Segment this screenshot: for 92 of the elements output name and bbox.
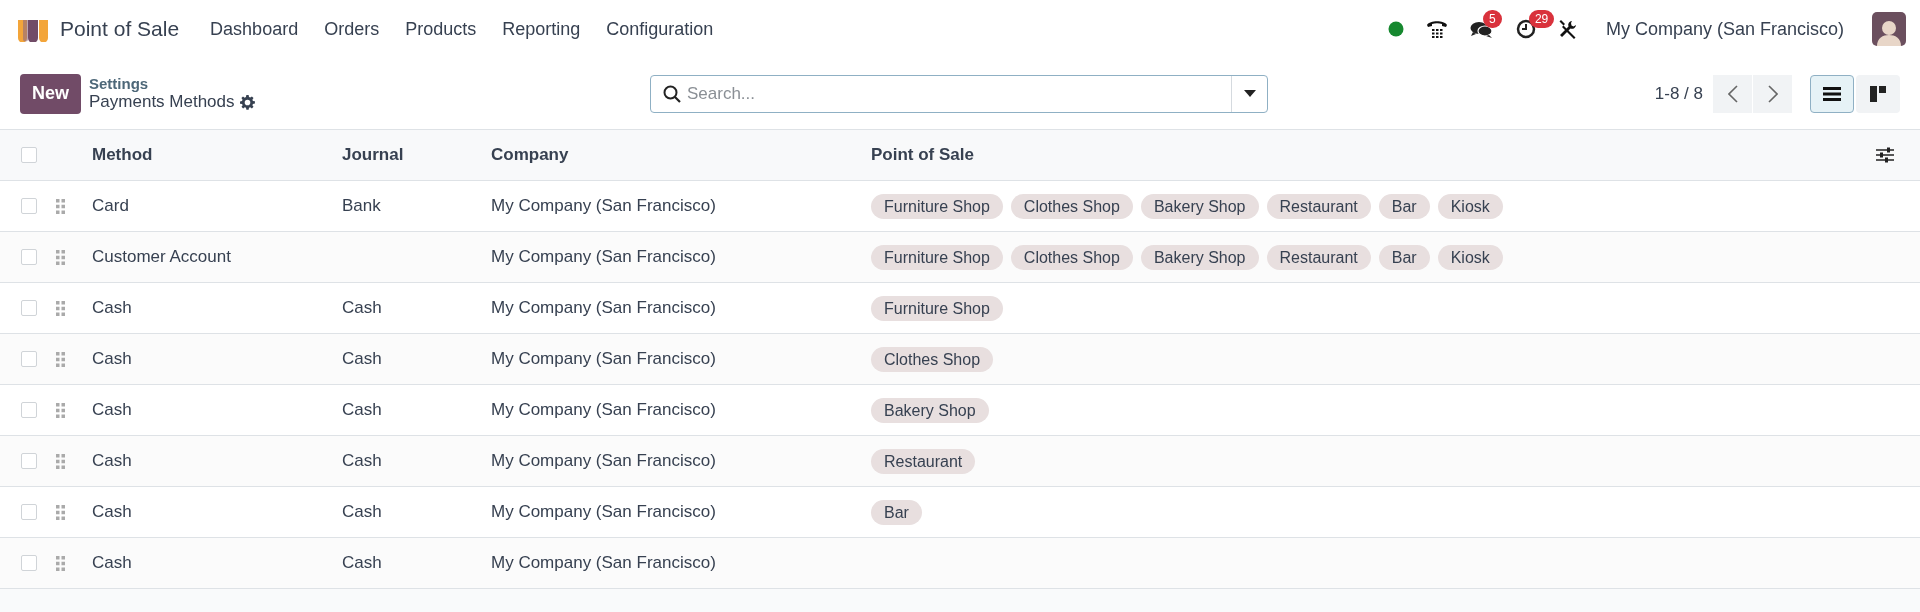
- tag: Furniture Shop: [871, 295, 1003, 321]
- chevron-left-icon: [1727, 84, 1738, 103]
- column-header[interactable]: Journal: [342, 145, 404, 165]
- table-cell: Cash: [92, 553, 132, 573]
- tag: Clothes Shop: [1010, 193, 1133, 219]
- table-cell: Cash: [342, 502, 382, 522]
- table-cell: Cash: [342, 400, 382, 420]
- breadcrumb-link[interactable]: Settings: [89, 75, 255, 92]
- table-cell: Cash: [342, 553, 382, 573]
- checkbox[interactable]: [21, 504, 37, 520]
- menu-item[interactable]: Products: [392, 18, 490, 40]
- checkbox[interactable]: [21, 198, 37, 214]
- table-cell: Cash: [92, 451, 132, 471]
- tag: Bakery Shop: [1140, 244, 1259, 270]
- tools-icon[interactable]: [1557, 19, 1578, 39]
- table-cell: My Company (San Francisco): [491, 298, 716, 318]
- tag: Bakery Shop: [871, 397, 989, 423]
- tag: Bakery Shop: [1140, 193, 1259, 219]
- table-cell: Cash: [342, 451, 382, 471]
- checkbox[interactable]: [21, 147, 37, 163]
- column-header[interactable]: Method: [92, 145, 153, 165]
- settings-icon[interactable]: [239, 94, 255, 110]
- tag: Clothes Shop: [1010, 244, 1133, 270]
- table-cell: Cash: [92, 502, 132, 522]
- tag: Kiosk: [1437, 244, 1503, 270]
- previous-page-button[interactable]: [1713, 74, 1752, 113]
- company-switcher[interactable]: My Company (San Francisco): [1599, 17, 1850, 41]
- drag-handle-icon[interactable]: [56, 504, 65, 520]
- clock-icon[interactable]: [1515, 19, 1536, 39]
- table-cell: Card: [92, 196, 129, 216]
- menu-item[interactable]: Configuration: [593, 18, 727, 40]
- kanban-view-icon: [1870, 85, 1886, 102]
- tag: Restaurant: [1266, 244, 1371, 270]
- table-cell: My Company (San Francisco): [491, 451, 716, 471]
- tag: Restaurant: [871, 448, 976, 474]
- search-bar[interactable]: Search...: [650, 74, 1268, 113]
- user-avatar[interactable]: [1872, 12, 1906, 46]
- table-cell: Cash: [92, 298, 132, 318]
- table-cell: My Company (San Francisco): [491, 196, 716, 216]
- table-cell: Cash: [92, 349, 132, 369]
- drag-handle-icon[interactable]: [56, 249, 65, 265]
- menu-item[interactable]: Orders: [311, 18, 393, 40]
- menu-item[interactable]: Reporting: [489, 18, 594, 40]
- drag-handle-icon[interactable]: [56, 453, 65, 469]
- status-dot-icon: [1387, 21, 1404, 37]
- table-cell: Customer Account: [92, 247, 231, 267]
- tag: Bar: [871, 499, 922, 525]
- tag: Furniture Shop: [871, 244, 1003, 270]
- caret-icon: [1243, 90, 1256, 97]
- new-button[interactable]: New: [20, 73, 81, 114]
- table-cell: My Company (San Francisco): [491, 502, 716, 522]
- checkbox[interactable]: [21, 351, 37, 367]
- phone-icon[interactable]: [1425, 19, 1448, 39]
- table-cell: My Company (San Francisco): [491, 349, 716, 369]
- drag-handle-icon[interactable]: [56, 300, 65, 316]
- tag: Furniture Shop: [871, 193, 1003, 219]
- list-view-button[interactable]: [1810, 74, 1854, 113]
- notification-badge: 5: [1482, 10, 1502, 28]
- checkbox[interactable]: [21, 300, 37, 316]
- tag: Kiosk: [1437, 193, 1503, 219]
- table-cell: My Company (San Francisco): [491, 247, 716, 267]
- page-title: Payments Methods: [89, 92, 235, 112]
- pager-value[interactable]: 1-8 / 8: [1654, 83, 1703, 104]
- tag: Bar: [1378, 193, 1430, 219]
- notification-badge: 29: [1528, 10, 1555, 28]
- menu-item[interactable]: Dashboard: [197, 18, 312, 40]
- drag-handle-icon[interactable]: [56, 555, 65, 571]
- chevron-right-icon: [1767, 84, 1778, 103]
- drag-handle-icon[interactable]: [56, 198, 65, 214]
- table-cell: Cash: [342, 298, 382, 318]
- checkbox[interactable]: [21, 402, 37, 418]
- next-page-button[interactable]: [1753, 74, 1792, 113]
- table-cell: My Company (San Francisco): [491, 553, 716, 573]
- list-view-icon: [1823, 86, 1841, 101]
- table-cell: Cash: [92, 400, 132, 420]
- drag-handle-icon[interactable]: [56, 351, 65, 367]
- kanban-view-button[interactable]: [1856, 74, 1900, 113]
- checkbox[interactable]: [21, 555, 37, 571]
- drag-handle-icon[interactable]: [56, 402, 65, 418]
- tag: Restaurant: [1266, 193, 1371, 219]
- tag: Bar: [1378, 244, 1430, 270]
- app-name[interactable]: Point of Sale: [60, 17, 180, 41]
- column-header[interactable]: Company: [491, 145, 569, 165]
- table-cell: My Company (San Francisco): [491, 400, 716, 420]
- column-settings-icon[interactable]: [1876, 147, 1894, 163]
- search-icon: [663, 84, 681, 103]
- column-header[interactable]: Point of Sale: [871, 145, 974, 165]
- tag: Clothes Shop: [871, 346, 994, 372]
- checkbox[interactable]: [21, 453, 37, 469]
- table-cell: Cash: [342, 349, 382, 369]
- checkbox[interactable]: [21, 249, 37, 265]
- table-cell: Bank: [342, 196, 381, 216]
